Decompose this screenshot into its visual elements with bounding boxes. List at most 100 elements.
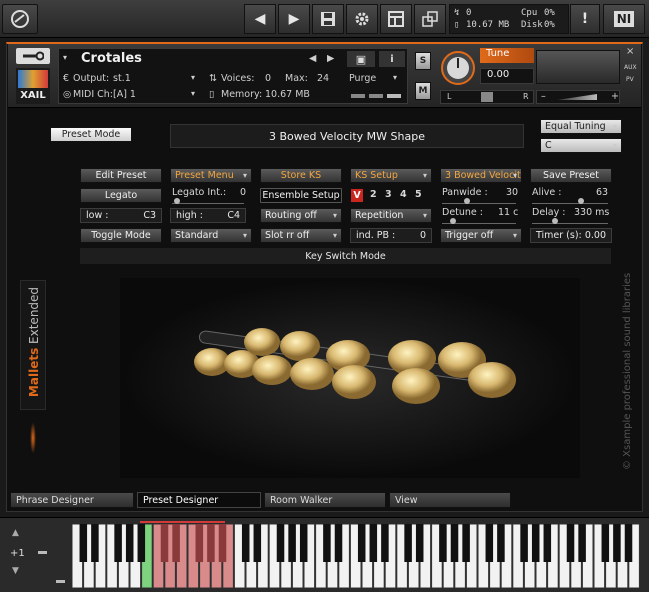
timer-field[interactable]: Timer (s): 0.00 <box>530 228 612 243</box>
black-key[interactable] <box>485 524 494 562</box>
black-key[interactable] <box>497 524 505 562</box>
black-key[interactable] <box>566 524 575 562</box>
black-key[interactable] <box>172 524 180 562</box>
settings-button[interactable] <box>346 4 378 34</box>
save-preset-button[interactable]: Save Preset <box>530 168 612 183</box>
pv-button[interactable]: PV <box>626 76 634 83</box>
view-button[interactable] <box>380 4 412 34</box>
preset-mode-button[interactable]: Preset Mode <box>50 127 132 142</box>
keyboard[interactable] <box>72 524 640 588</box>
solo-button[interactable]: S <box>415 52 431 70</box>
purge-label[interactable]: Purge <box>349 73 376 84</box>
tune-knob[interactable] <box>440 50 476 86</box>
preset-menu-dropdown[interactable]: Preset Menu <box>170 168 252 183</box>
voice-4-button[interactable]: 4 <box>400 189 407 200</box>
repetition-dropdown[interactable]: Repetition <box>350 208 432 223</box>
black-key[interactable] <box>578 524 586 562</box>
ni-logo[interactable]: NI <box>603 4 645 34</box>
alive-slider[interactable] <box>532 198 608 204</box>
slot-rr-dropdown[interactable]: Slot rr off <box>260 228 342 243</box>
black-key[interactable] <box>299 524 308 562</box>
black-key[interactable] <box>276 524 285 562</box>
black-key[interactable] <box>624 524 633 562</box>
black-key[interactable] <box>323 524 331 562</box>
mute-button[interactable]: M <box>415 82 431 100</box>
black-key[interactable] <box>125 524 134 562</box>
prev-preset-icon[interactable]: ◀ <box>309 53 316 64</box>
black-key[interactable] <box>381 524 389 562</box>
wrench-button[interactable] <box>16 48 50 64</box>
black-key[interactable] <box>91 524 99 562</box>
tuning-dropdown[interactable]: Equal Tuning <box>540 119 622 134</box>
black-key[interactable] <box>369 524 378 562</box>
black-key[interactable] <box>241 524 250 562</box>
mod-wheel[interactable] <box>56 580 65 583</box>
tuning-key-dropdown[interactable]: C <box>540 138 622 153</box>
black-key[interactable] <box>137 524 146 562</box>
octave-down-icon[interactable]: ▼ <box>12 566 19 576</box>
black-key[interactable] <box>543 524 552 562</box>
black-key[interactable] <box>79 524 88 562</box>
standard-dropdown[interactable]: Standard <box>170 228 252 243</box>
legato-intensity-slider[interactable] <box>172 198 244 204</box>
warning-button[interactable]: ! <box>570 4 600 34</box>
black-key[interactable] <box>404 524 412 562</box>
black-key[interactable] <box>195 524 204 562</box>
black-key[interactable] <box>462 524 470 562</box>
volume-minus-icon[interactable]: – <box>541 91 546 102</box>
toggle-mode-button[interactable]: Toggle Mode <box>80 228 162 243</box>
black-key[interactable] <box>334 524 343 562</box>
volume-plus-icon[interactable]: + <box>611 91 619 102</box>
close-icon[interactable]: × <box>626 46 634 57</box>
tab-phrase-designer[interactable]: Phrase Designer <box>10 492 134 508</box>
individual-pitchbend-field[interactable]: ind. PB : 0 <box>350 228 432 243</box>
black-key[interactable] <box>288 524 296 562</box>
black-key[interactable] <box>207 524 215 562</box>
edit-preset-button[interactable]: Edit Preset <box>80 168 162 183</box>
volume-slider[interactable]: – + <box>536 90 620 104</box>
next-preset-icon[interactable]: ▶ <box>327 53 334 64</box>
ensemble-setup-button[interactable]: Ensemble Setup <box>260 188 342 203</box>
store-ks-button[interactable]: Store KS <box>260 168 342 183</box>
tune-value[interactable]: 0.00 <box>480 68 534 84</box>
midi-dropdown-icon[interactable]: ▾ <box>191 89 195 98</box>
voice-5-button[interactable]: 5 <box>415 189 422 200</box>
trigger-dropdown[interactable]: Trigger off <box>440 228 522 243</box>
ks-setup-dropdown[interactable]: KS Setup <box>350 168 432 183</box>
panwide-slider[interactable] <box>442 198 516 204</box>
previous-instrument-button[interactable]: ◀ <box>244 4 276 34</box>
legato-button[interactable]: Legato <box>80 188 162 203</box>
black-key[interactable] <box>439 524 447 562</box>
voice-2-button[interactable]: 2 <box>370 189 377 200</box>
output-dropdown-icon[interactable]: ▾ <box>191 73 195 82</box>
snapshot-button[interactable]: ▣ <box>347 51 375 67</box>
octave-up-icon[interactable]: ▲ <box>12 528 19 538</box>
instrument-name[interactable]: Crotales <box>81 51 142 66</box>
midi-channel-value[interactable]: [A] 1 <box>113 89 136 100</box>
routing-dropdown[interactable]: Routing off <box>260 208 342 223</box>
black-key[interactable] <box>114 524 122 562</box>
pan-slider[interactable]: L R <box>440 90 534 104</box>
collapse-icon[interactable]: ▾ <box>63 53 67 62</box>
pitchbend-wheel[interactable] <box>38 551 47 554</box>
tab-view[interactable]: View <box>389 492 511 508</box>
black-key[interactable] <box>601 524 610 562</box>
tab-room-walker[interactable]: Room Walker <box>264 492 386 508</box>
black-key[interactable] <box>160 524 169 562</box>
black-key[interactable] <box>357 524 366 562</box>
purge-dropdown-icon[interactable]: ▾ <box>393 73 397 82</box>
pan-handle[interactable] <box>481 92 493 102</box>
delay-slider[interactable] <box>532 218 608 224</box>
next-instrument-button[interactable]: ▶ <box>278 4 310 34</box>
info-button[interactable]: i <box>379 51 405 67</box>
resize-button[interactable] <box>414 4 446 34</box>
black-key[interactable] <box>613 524 621 562</box>
tab-preset-designer[interactable]: Preset Designer <box>137 492 261 508</box>
detune-slider[interactable] <box>442 218 516 224</box>
low-key-field[interactable]: low : C3 <box>80 208 162 223</box>
high-key-field[interactable]: high : C4 <box>170 208 246 223</box>
black-key[interactable] <box>415 524 424 562</box>
save-button[interactable] <box>312 4 344 34</box>
aux-button[interactable]: AUX <box>624 64 637 71</box>
preset-select-dropdown[interactable]: 3 Bowed Velocity I <box>440 168 522 183</box>
